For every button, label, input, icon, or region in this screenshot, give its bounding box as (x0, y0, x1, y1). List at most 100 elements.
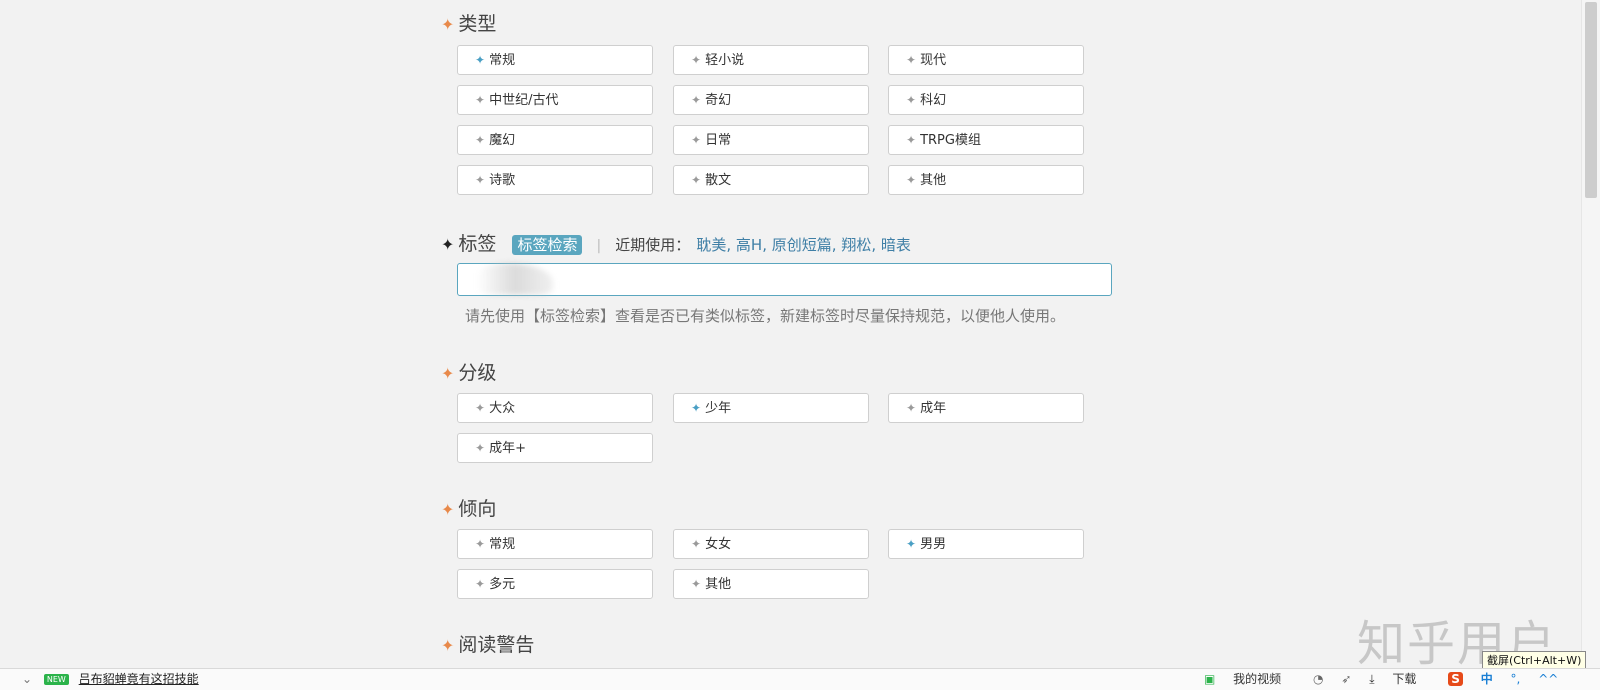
option-rating[interactable]: ✦ 成年 (888, 393, 1084, 423)
download-icon: ⤓ (1369, 672, 1375, 686)
option-type[interactable]: ✦ 魔幻 (457, 125, 653, 155)
section-title-warning: ✦ 阅读警告 (441, 634, 535, 656)
option-label: 中世纪/古代 (489, 93, 559, 108)
recent-tag-link[interactable]: 高H (736, 236, 762, 254)
option-type[interactable]: ✦ 中世纪/古代 (457, 85, 653, 115)
option-label: 轻小说 (705, 53, 745, 68)
sparkle-icon: ✦ (475, 537, 486, 551)
browser-statusbar: ⌄ NEW 吕布貂蝉竟有这招技能 ▣ 我的视频 ◔ ➶ ⤓ 下载 S 中 °, … (0, 668, 1600, 690)
sparkle-icon: ✦ (475, 93, 486, 107)
recent-tags-list: 耽美, 高H, 原创短篇, 翔松, 暗表 (696, 233, 911, 255)
sparkle-icon: ✦ (906, 401, 917, 415)
option-label: TRPG模组 (920, 133, 981, 148)
option-label: 常规 (489, 537, 516, 552)
option-rating[interactable]: ✦ 少年 (673, 393, 869, 423)
star-icon: ✦ (441, 636, 455, 655)
option-label: 大众 (489, 401, 516, 416)
tag-search-button[interactable]: 标签检索 (512, 235, 583, 255)
option-type[interactable]: ✦ 奇幻 (673, 85, 869, 115)
play-icon: ▣ (1204, 672, 1216, 686)
option-rating[interactable]: ✦ 成年+ (457, 433, 653, 463)
my-videos-button[interactable]: ▣ 我的视频 (1204, 672, 1295, 686)
sparkle-icon: ✦ (691, 133, 702, 147)
section-title-type: ✦ 类型 (441, 13, 497, 35)
speed-icon[interactable]: ◔ (1313, 672, 1323, 686)
recent-tag-link[interactable]: 耽美 (696, 236, 726, 254)
sparkle-icon: ✦ (475, 173, 486, 187)
new-badge: NEW (43, 674, 69, 685)
sparkle-icon: ✦ (475, 133, 486, 147)
tag-hint: 请先使用【标签检索】查看是否已有类似标签，新建标签时尽量保持规范，以便他人使用。 (465, 307, 1066, 325)
sparkle-icon: ✦ (906, 93, 917, 107)
download-button[interactable]: ⤓ 下载 (1369, 672, 1430, 686)
option-label: 奇幻 (705, 93, 732, 108)
sparkle-icon: ✦ (475, 441, 486, 455)
recent-tag-link[interactable]: 暗表 (881, 236, 911, 254)
comma-separator: , (831, 236, 842, 254)
divider: | (596, 238, 602, 254)
option-type[interactable]: ✦ 现代 (888, 45, 1084, 75)
sparkle-icon: ✦ (691, 537, 702, 551)
sogou-ime-icon[interactable]: S (1448, 672, 1463, 686)
comma-separator: , (762, 236, 772, 254)
option-type[interactable]: ✦ TRPG模组 (888, 125, 1084, 155)
vertical-scrollbar[interactable] (1581, 0, 1600, 668)
option-orientation[interactable]: ✦ 多元 (457, 569, 653, 599)
sparkle-icon: ✦ (691, 93, 702, 107)
punctuation-icon[interactable]: °, (1511, 672, 1521, 686)
option-type[interactable]: ✦ 散文 (673, 165, 869, 195)
option-label: 成年 (920, 401, 947, 416)
option-label: 成年+ (489, 441, 526, 456)
option-orientation[interactable]: ✦ 常规 (457, 529, 653, 559)
option-label: 其他 (920, 173, 947, 188)
recent-tag-link[interactable]: 翔松 (841, 236, 871, 254)
sparkle-icon: ✦ (691, 577, 702, 591)
news-link[interactable]: 吕布貂蝉竟有这招技能 (79, 672, 199, 686)
option-type[interactable]: ✦ 日常 (673, 125, 869, 155)
recent-tag-link[interactable]: 原创短篇 (772, 236, 832, 254)
option-label: 少年 (705, 401, 732, 416)
sparkle-icon: ✦ (906, 133, 917, 147)
sparkle-icon: ✦ (906, 53, 917, 67)
option-label: 其他 (705, 577, 732, 592)
option-type[interactable]: ✦ 诗歌 (457, 165, 653, 195)
sparkle-icon: ✦ (475, 53, 486, 67)
option-label: 科幻 (920, 93, 947, 108)
ime-language-toggle[interactable]: 中 (1481, 672, 1493, 686)
sparkle-icon: ✦ (691, 173, 702, 187)
option-label: 现代 (920, 53, 947, 68)
sparkle-icon: ✦ (691, 53, 702, 67)
option-rating[interactable]: ✦ 大众 (457, 393, 653, 423)
star-icon: ✦ (441, 15, 455, 34)
sparkle-icon: ✦ (475, 577, 486, 591)
section-title-rating: ✦ 分级 (441, 362, 497, 384)
star-icon: ✦ (441, 500, 455, 519)
option-label: 散文 (705, 173, 732, 188)
option-type[interactable]: ✦ 科幻 (888, 85, 1084, 115)
option-label: 诗歌 (489, 173, 516, 188)
recent-tags-label: 近期使用： (615, 236, 691, 254)
section-title-orientation: ✦ 倾向 (441, 498, 497, 520)
option-label: 多元 (489, 577, 516, 592)
sparkle-icon: ✦ (475, 401, 486, 415)
option-orientation[interactable]: ✦ 男男 (888, 529, 1084, 559)
option-label: 女女 (705, 537, 732, 552)
option-type[interactable]: ✦ 轻小说 (673, 45, 869, 75)
option-orientation[interactable]: ✦ 其他 (673, 569, 869, 599)
chevron-down-icon[interactable]: ⌄ (22, 672, 32, 686)
option-type[interactable]: ✦ 常规 (457, 45, 653, 75)
comma-separator: , (726, 236, 736, 254)
option-label: 日常 (705, 133, 732, 148)
comma-separator: , (871, 236, 881, 254)
rocket-icon[interactable]: ➶ (1341, 672, 1351, 686)
tag-input[interactable] (457, 263, 1112, 296)
option-orientation[interactable]: ✦ 女女 (673, 529, 869, 559)
emoticon-icon[interactable]: ^^ (1538, 672, 1558, 686)
star-icon: ✦ (441, 235, 455, 254)
option-type[interactable]: ✦ 其他 (888, 165, 1084, 195)
option-label: 魔幻 (489, 133, 516, 148)
scrollbar-thumb[interactable] (1585, 2, 1597, 198)
sparkle-icon: ✦ (906, 537, 917, 551)
star-icon: ✦ (441, 364, 455, 383)
option-label: 男男 (920, 537, 947, 552)
